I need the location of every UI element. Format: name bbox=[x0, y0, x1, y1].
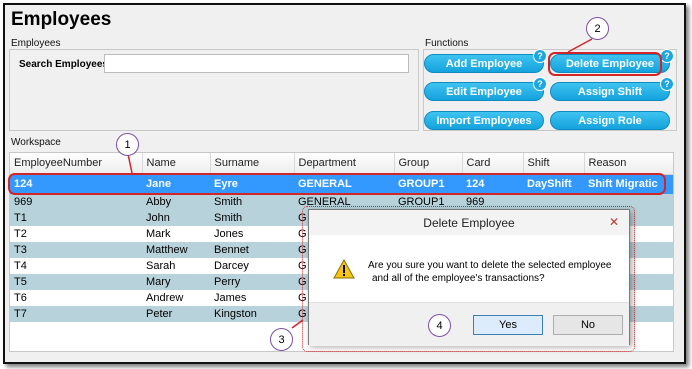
no-button[interactable]: No bbox=[553, 315, 623, 335]
functions-group-label: Functions bbox=[425, 38, 469, 49]
workspace-label: Workspace bbox=[11, 137, 61, 148]
close-icon[interactable]: ✕ bbox=[607, 215, 621, 229]
dialog-footer: Yes No bbox=[309, 302, 629, 346]
cell: Kingston bbox=[210, 306, 294, 322]
cell: Bennet bbox=[210, 242, 294, 258]
cell: James bbox=[214, 292, 247, 304]
delete-employee-dialog: Delete Employee ✕ Are you sure you want … bbox=[308, 209, 630, 346]
selected-row-highlight bbox=[8, 173, 666, 195]
add-employee-button[interactable]: Add Employee bbox=[424, 54, 544, 73]
delete-employee-help-icon[interactable]: ? bbox=[660, 49, 674, 63]
callout-number-3: 3 bbox=[270, 328, 293, 351]
column-header-reason[interactable]: Reason bbox=[584, 153, 673, 175]
cell: T5 bbox=[10, 274, 142, 290]
callout-number-2: 2 bbox=[586, 17, 609, 40]
cell: Matthew bbox=[142, 242, 210, 258]
column-header-card[interactable]: Card bbox=[462, 153, 524, 175]
cell: Andrew bbox=[146, 292, 184, 304]
column-header-surname[interactable]: Surname bbox=[210, 153, 295, 175]
cell: Peter bbox=[142, 306, 210, 322]
edit-employee-help-icon[interactable]: ? bbox=[533, 77, 547, 91]
assign-shift-button[interactable]: Assign Shift bbox=[550, 82, 670, 101]
column-header-department[interactable]: Department bbox=[294, 153, 395, 175]
column-header-employee-number[interactable]: EmployeeNumber bbox=[10, 153, 143, 175]
cell: Sarah bbox=[146, 260, 176, 272]
dialog-message-line1: Are you sure you want to delete the sele… bbox=[368, 260, 612, 271]
add-employee-help-icon[interactable]: ? bbox=[533, 49, 547, 63]
cell: T4 bbox=[14, 260, 27, 272]
column-header-name[interactable]: Name bbox=[142, 153, 211, 175]
cell: Darcey bbox=[214, 260, 249, 272]
yes-button[interactable]: Yes bbox=[473, 315, 543, 335]
cell: T6 bbox=[14, 292, 27, 304]
assign-shift-help-icon[interactable]: ? bbox=[660, 77, 674, 91]
page-title: Employees bbox=[11, 9, 112, 30]
callout-number-1: 1 bbox=[116, 133, 139, 156]
column-header-group[interactable]: Group bbox=[394, 153, 463, 175]
dialog-body: Are you sure you want to delete the sele… bbox=[309, 235, 629, 302]
assign-role-button[interactable]: Assign Role bbox=[550, 111, 670, 130]
search-employees-input[interactable] bbox=[104, 54, 409, 73]
cell: T7 bbox=[10, 306, 142, 322]
delete-button-highlight bbox=[548, 52, 662, 76]
column-header-shift[interactable]: Shift bbox=[523, 153, 585, 175]
callout-number-4: 4 bbox=[428, 314, 451, 337]
dialog-message: Are you sure you want to delete the sele… bbox=[368, 259, 618, 285]
cell: Perry bbox=[210, 274, 294, 290]
cell: Smith bbox=[210, 210, 294, 226]
edit-employee-button[interactable]: Edit Employee bbox=[424, 82, 544, 101]
cell: T3 bbox=[10, 242, 142, 258]
dialog-title: Delete Employee bbox=[309, 210, 629, 235]
cell: T2 bbox=[14, 228, 27, 240]
search-employees-label: Search Employees bbox=[19, 59, 108, 70]
warning-icon bbox=[333, 259, 355, 279]
cell: Mark bbox=[146, 228, 171, 240]
cell: John bbox=[142, 210, 210, 226]
employees-group-label: Employees bbox=[11, 38, 61, 49]
cell: Smith bbox=[210, 194, 294, 210]
cell: Abby bbox=[142, 194, 210, 210]
import-employees-button[interactable]: Import Employees bbox=[424, 111, 544, 130]
cell: 969 bbox=[10, 194, 142, 210]
cell: Jones bbox=[214, 228, 244, 240]
cell: Mary bbox=[142, 274, 210, 290]
dialog-message-line2: and all of the employee's transactions? bbox=[372, 273, 545, 284]
cell: T1 bbox=[10, 210, 142, 226]
